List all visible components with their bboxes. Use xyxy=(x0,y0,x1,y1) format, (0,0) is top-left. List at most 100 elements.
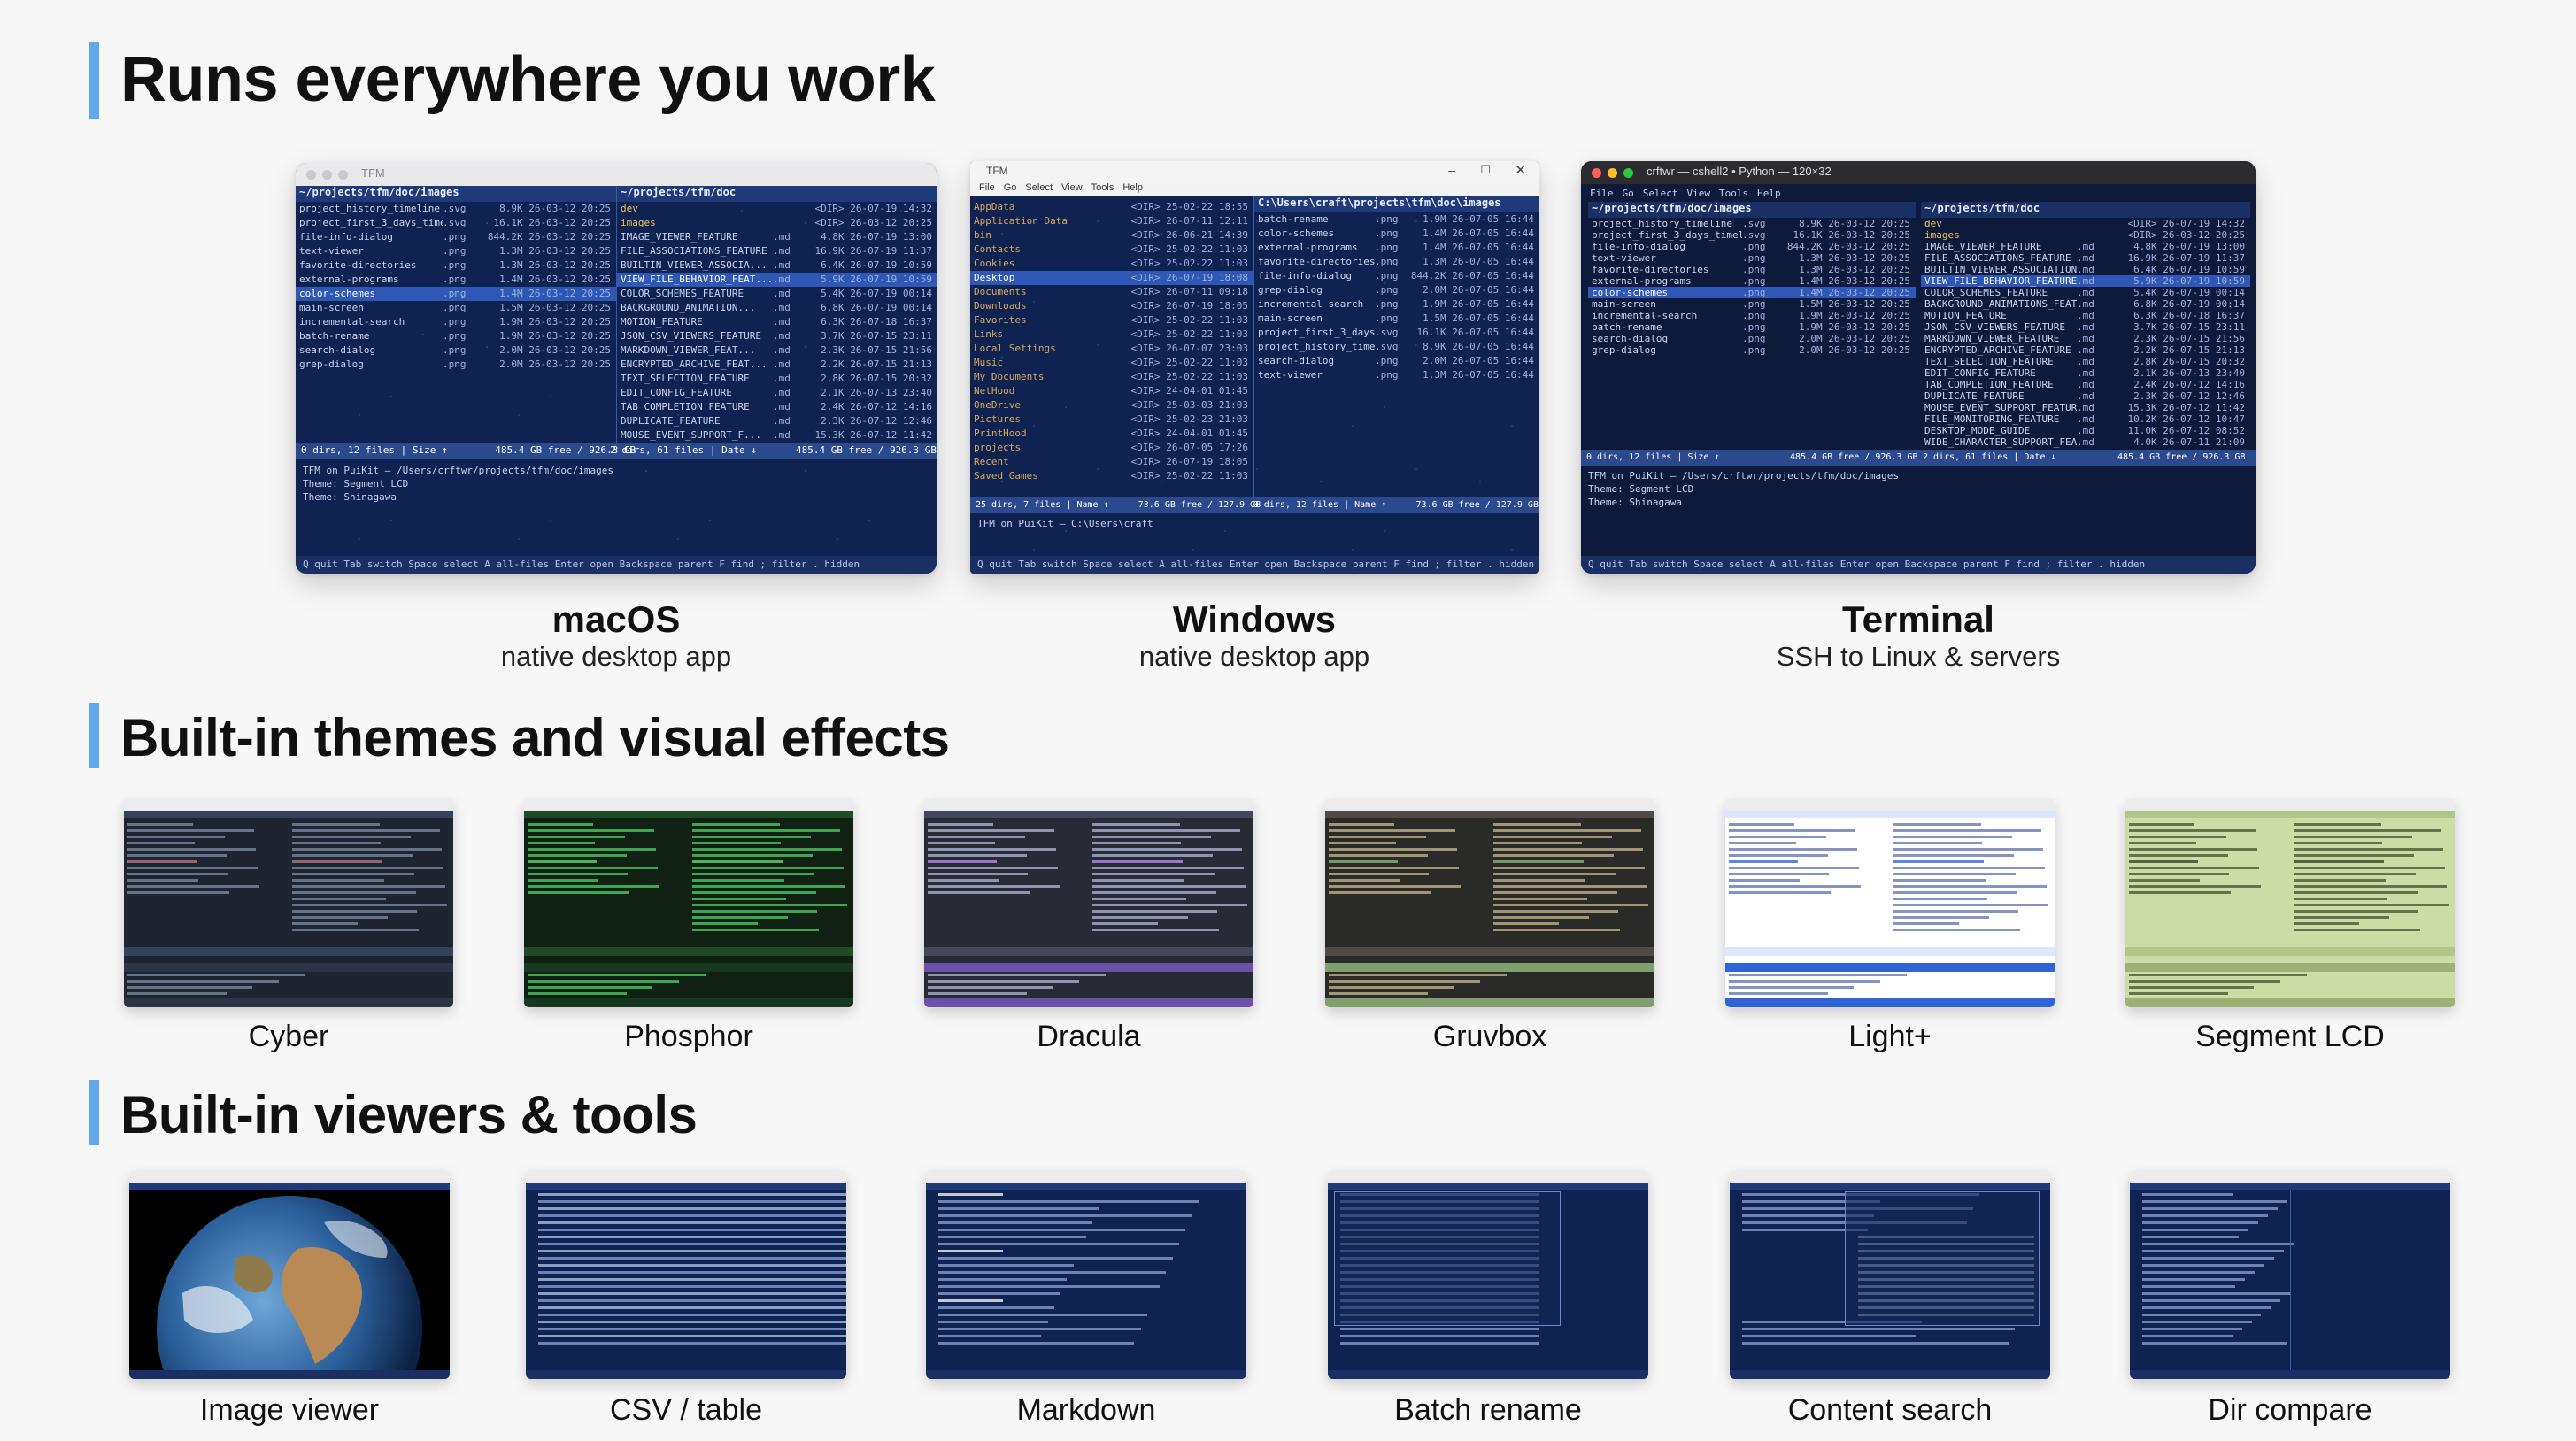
file-row[interactable]: BUILTIN_VIEWER_ASSOCIA... .md 6.4K 26-07-1… xyxy=(617,258,937,273)
file-row[interactable]: TAB_COMPLETION_FEATURE .md 2.4K 26-07-12 1… xyxy=(617,400,937,414)
file-row[interactable]: AppData <DIR> 25-02-22 18:55 xyxy=(970,200,1253,214)
file-row[interactable]: Local Settings <DIR> 26-07-07 23:03 xyxy=(970,342,1253,356)
file-row[interactable]: favorite-directories .png 1.3M 26-03-12 20… xyxy=(1588,264,1916,275)
file-row[interactable]: VIEW_FILE_BEHAVIOR_FEATURE .md 5.9K 26-07-… xyxy=(1921,275,2250,287)
file-row[interactable]: file-info-dialog .png 844.2K 26-03-12 20:2… xyxy=(1588,241,1916,252)
theme-thumbnail[interactable] xyxy=(524,798,853,1007)
menu-item[interactable]: Tools xyxy=(1719,188,1748,199)
file-row[interactable]: external-programs .png 1.4M 26-03-12 20:25 xyxy=(296,273,616,287)
file-row[interactable]: project_history_timeline .svg 8.9K 26-03-1… xyxy=(296,202,616,216)
compare-tool-thumbnail[interactable] xyxy=(2130,1170,2450,1379)
file-row[interactable]: My Documents <DIR> 25-02-22 11:03 xyxy=(970,370,1253,384)
file-row[interactable]: JSON_CSV_VIEWERS_FEATURE .md 3.7K 26-07-15… xyxy=(1921,321,2250,333)
file-row[interactable]: PrintHood <DIR> 24-04-01 01:45 xyxy=(970,427,1253,441)
file-row[interactable]: DUPLICATE_FEATURE .md 2.3K 26-07-12 12:46 xyxy=(1921,390,2250,402)
menu-item[interactable]: Tools xyxy=(1091,182,1114,193)
file-row[interactable]: project_history_timeline.svg 8.9K 26-07-0… xyxy=(1254,340,1539,354)
file-row[interactable]: Desktop <DIR> 26-07-19 18:08 xyxy=(970,271,1253,285)
right-pane[interactable]: C:\Users\craft\projects\tfm\doc\images b… xyxy=(1253,196,1539,497)
rename-tool-thumbnail[interactable] xyxy=(1328,1170,1648,1379)
menu-item[interactable]: Go xyxy=(1623,188,1634,199)
theme-thumbnail[interactable] xyxy=(2125,798,2455,1007)
file-row[interactable]: color-schemes .png 1.4M 26-03-12 20:25 xyxy=(296,287,616,301)
file-row[interactable]: file-info-dialog .png 844.2K 26-03-12 20:2… xyxy=(296,230,616,244)
close-icon[interactable]: ✕ xyxy=(1515,162,1526,178)
file-row[interactable]: COLOR_SCHEMES_FEATURE .md 5.4K 26-07-19 00… xyxy=(617,287,937,301)
file-row[interactable]: main-screen .png 1.5M 26-03-12 20:25 xyxy=(1588,298,1916,310)
minimize-icon[interactable]: – xyxy=(1448,163,1455,177)
file-row[interactable]: MOTION_FEATURE .md 6.3K 26-07-18 16:37 xyxy=(1921,310,2250,321)
file-row[interactable]: IMAGE_VIEWER_FEATURE .md 4.8K 26-07-19 13:… xyxy=(617,230,937,244)
file-row[interactable]: external-programs .png 1.4M 26-07-05 16:44 xyxy=(1254,241,1539,255)
file-row[interactable]: Recent <DIR> 26-07-19 18:05 xyxy=(970,455,1253,469)
file-row[interactable]: search-dialog .png 2.0M 26-03-12 20:25 xyxy=(296,343,616,358)
file-row[interactable]: main-screen .png 1.5M 26-07-05 16:44 xyxy=(1254,312,1539,326)
file-row[interactable]: projects <DIR> 26-07-05 17:26 xyxy=(970,441,1253,455)
file-row[interactable]: NetHood <DIR> 24-04-01 01:45 xyxy=(970,384,1253,398)
image-tool-thumbnail[interactable] xyxy=(129,1170,450,1379)
menu-item[interactable]: View xyxy=(1061,182,1083,193)
file-row[interactable]: FILE_MONITORING_FEATURE .md 10.2K 26-07-12… xyxy=(1921,413,2250,425)
theme-thumbnail[interactable] xyxy=(124,798,453,1007)
file-row[interactable]: text-viewer .png 1.3M 26-03-12 20:25 xyxy=(1588,252,1916,264)
file-row[interactable]: file-info-dialog .png 844.2K 26-07-05 16:4… xyxy=(1254,269,1539,283)
file-row[interactable]: Pictures <DIR> 25-02-23 21:03 xyxy=(970,412,1253,427)
close-dot-icon[interactable] xyxy=(1592,168,1601,178)
file-row[interactable]: external-programs .png 1.4M 26-03-12 20:25 xyxy=(1588,275,1916,287)
file-row[interactable]: TEXT_SELECTION_FEATURE .md 2.8K 26-07-15 2… xyxy=(617,372,937,386)
file-row[interactable]: favorite-directories .png 1.3M 26-07-05 16… xyxy=(1254,255,1539,269)
file-row[interactable]: FILE_ASSOCIATIONS_FEATURE .md 16.9K 26-07-… xyxy=(617,244,937,258)
minimize-dot-icon[interactable] xyxy=(1608,168,1617,178)
file-row[interactable]: MOTION_FEATURE .md 6.3K 26-07-18 16:37 xyxy=(617,315,937,329)
file-row[interactable]: batch-rename .png 1.9M 26-07-05 16:44 xyxy=(1254,212,1539,227)
file-row[interactable]: dev <DIR> 26-07-19 14:32 xyxy=(617,202,937,216)
file-row[interactable]: images <DIR> 26-03-12 20:25 xyxy=(1921,229,2250,241)
file-row[interactable]: Contacts <DIR> 25-02-22 11:03 xyxy=(970,243,1253,257)
csv-tool-thumbnail[interactable] xyxy=(526,1170,846,1379)
file-row[interactable]: BUILTIN_VIEWER_ASSOCIATION....md 6.4K 26-… xyxy=(1921,264,2250,275)
menu-item[interactable]: File xyxy=(979,182,995,193)
file-row[interactable]: batch-rename .png 1.9M 26-03-12 20:25 xyxy=(296,329,616,343)
file-row[interactable]: OneDrive <DIR> 25-03-03 21:03 xyxy=(970,398,1253,412)
file-row[interactable]: Documents <DIR> 26-07-11 09:18 xyxy=(970,285,1253,299)
file-row[interactable]: incremental search .png 1.9M 26-07-05 16:4… xyxy=(1254,297,1539,312)
file-row[interactable]: images <DIR> 26-03-12 20:25 xyxy=(617,216,937,230)
file-row[interactable]: COLOR_SCHEMES_FEATURE .md 5.4K 26-07-19 00… xyxy=(1921,287,2250,298)
file-row[interactable]: project_first_3_days_timeli....svg 16.1K … xyxy=(1588,229,1916,241)
file-row[interactable]: ENCRYPTED_ARCHIVE_FEATURE .md 2.2K 26-07-1… xyxy=(1921,344,2250,356)
file-row[interactable]: color-schemes .png 1.4M 26-03-12 20:25 xyxy=(1588,287,1916,298)
file-row[interactable]: Links <DIR> 25-02-22 11:03 xyxy=(970,328,1253,342)
theme-thumbnail[interactable] xyxy=(1325,798,1654,1007)
file-row[interactable]: WIDE_CHARACTER_SUPPORT_FEA....md 4.0K 26-… xyxy=(1921,436,2250,448)
search-tool-thumbnail[interactable] xyxy=(1730,1170,2050,1379)
file-row[interactable]: IMAGE_VIEWER_FEATURE .md 4.8K 26-07-19 13:… xyxy=(1921,241,2250,252)
file-row[interactable]: text-viewer .png 1.3M 26-07-05 16:44 xyxy=(1254,368,1539,382)
file-row[interactable]: batch-rename .png 1.9M 26-03-12 20:25 xyxy=(1588,321,1916,333)
menu-item[interactable]: Go xyxy=(1004,182,1017,193)
file-row[interactable]: project_first_3_days_timeline.svg 16.1K 2… xyxy=(296,216,616,230)
file-row[interactable]: incremental-search .png 1.9M 26-03-12 20:2… xyxy=(296,315,616,329)
file-row[interactable]: VIEW_FILE_BEHAVIOR_FEAT... .md 5.9K 26-07-… xyxy=(617,273,937,287)
file-row[interactable]: MOUSE_EVENT_SUPPORT_FEATURE .md 15.3K 26-0… xyxy=(1921,402,2250,413)
file-row[interactable]: favorite-directories .png 1.3M 26-03-12 20… xyxy=(296,258,616,273)
file-row[interactable]: color-schemes .png 1.4M 26-07-05 16:44 xyxy=(1254,227,1539,241)
file-row[interactable]: incremental-search .png 1.9M 26-03-12 20:2… xyxy=(1588,310,1916,321)
file-row[interactable]: MOUSE_EVENT_SUPPORT_F... .md 15.3K 26-07-1… xyxy=(617,428,937,443)
file-row[interactable]: project_first_3_days_timeli....svg 16.1K … xyxy=(1254,326,1539,340)
file-row[interactable]: Application Data <DIR> 26-07-11 12:11 xyxy=(970,214,1253,228)
file-row[interactable]: Cookies <DIR> 25-02-22 11:03 xyxy=(970,257,1253,271)
file-row[interactable]: BACKGROUND_ANIMATION... .md 6.8K 26-07-19 … xyxy=(617,301,937,315)
file-row[interactable]: MARKDOWN_VIEWER_FEATURE .md 2.3K 26-07-15 … xyxy=(1921,333,2250,344)
menu-item[interactable]: Help xyxy=(1757,188,1781,199)
file-row[interactable]: BACKGROUND_ANIMATIONS_FEAT....md 6.8K 26-… xyxy=(1921,298,2250,310)
file-row[interactable]: grep-dialog .png 2.0M 26-03-12 20:25 xyxy=(1588,344,1916,356)
file-row[interactable]: bin <DIR> 26-06-21 14:39 xyxy=(970,228,1253,243)
file-row[interactable]: MARKDOWN_VIEWER_FEAT... .md 2.3K 26-07-15 … xyxy=(617,343,937,358)
file-row[interactable]: JSON_CSV_VIEWERS_FEATURE .md 3.7K 26-07-15… xyxy=(617,329,937,343)
file-row[interactable]: Saved Games <DIR> 25-02-22 11:03 xyxy=(970,469,1253,483)
menu-item[interactable]: Select xyxy=(1643,188,1678,199)
file-row[interactable]: Downloads <DIR> 26-07-19 18:05 xyxy=(970,299,1253,313)
file-row[interactable]: TEXT_SELECTION_FEATURE .md 2.8K 26-07-15 2… xyxy=(1921,356,2250,367)
right-pane[interactable]: ~/projects/tfm/doc dev <DIR> 26-07-19 14:… xyxy=(616,186,937,443)
file-row[interactable]: DUPLICATE_FEATURE .md 2.3K 26-07-12 12:46 xyxy=(617,414,937,428)
